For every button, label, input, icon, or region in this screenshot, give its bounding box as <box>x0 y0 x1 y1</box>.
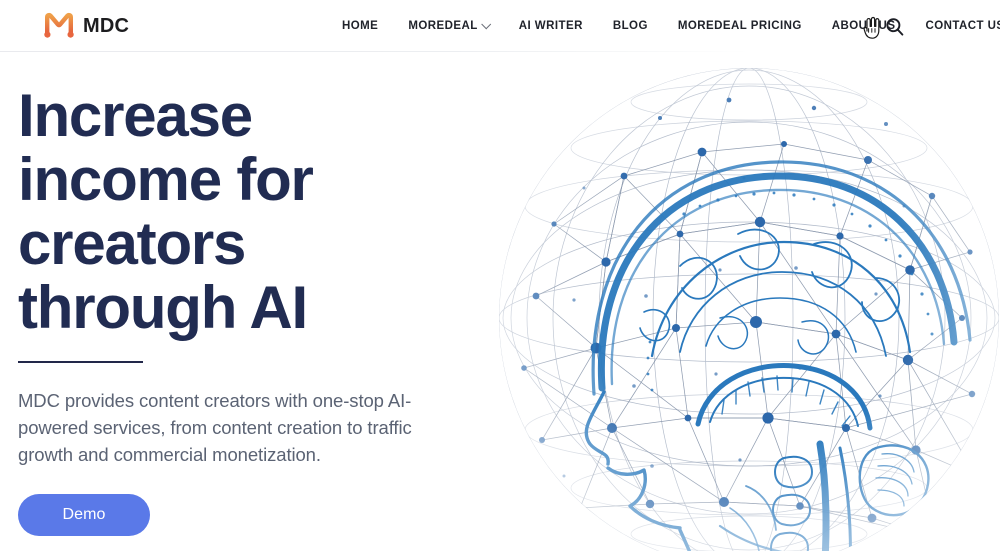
nav-label: BLOG <box>612 20 648 32</box>
nav-item-blog[interactable]: BLOG <box>613 20 648 32</box>
hero-title-line-3: creators <box>18 210 246 277</box>
chevron-down-icon <box>480 18 491 29</box>
nav-item-ai-writer[interactable]: AI WRITER <box>519 20 583 32</box>
nav-item-moredeal-pricing[interactable]: MOREDEAL PRICING <box>678 20 802 32</box>
mdc-m-logo-icon <box>44 12 74 40</box>
hero-title-line-1: Increase <box>18 82 253 149</box>
page-title: Increase income for creators through AI <box>18 84 418 340</box>
nav-item-contact-us[interactable]: CONTACT US <box>925 20 1000 32</box>
title-underline-divider <box>18 361 143 363</box>
brain-network-globe-illustration <box>484 56 1000 551</box>
nav-item-moredeal[interactable]: MOREDEAL <box>408 18 491 32</box>
nav-item-home[interactable]: HOME <box>342 20 378 32</box>
hero-subtitle: MDC provides content creators with one-s… <box>18 390 412 465</box>
search-icon[interactable] <box>884 16 906 38</box>
hero-title-line-2: income for <box>18 146 314 213</box>
nav-label: MOREDEAL <box>408 20 478 32</box>
hero-content: Increase income for creators through AI … <box>18 84 488 536</box>
hero-title-line-4: through AI <box>18 274 308 341</box>
site-header: MDC HOME MOREDEAL AI WRITER BLOG MOREDEA… <box>0 0 1000 52</box>
nav-label: CONTACT US <box>925 20 1000 32</box>
demo-button[interactable]: Demo <box>18 494 150 536</box>
landing-page: MDC HOME MOREDEAL AI WRITER BLOG MOREDEA… <box>0 0 1000 551</box>
nav-label: HOME <box>342 20 379 32</box>
brand-name: MDC <box>83 14 130 37</box>
brand-logo-link[interactable]: MDC <box>44 9 129 43</box>
nav-label: AI WRITER <box>518 20 583 32</box>
nav-label: MOREDEAL PRICING <box>677 20 802 32</box>
